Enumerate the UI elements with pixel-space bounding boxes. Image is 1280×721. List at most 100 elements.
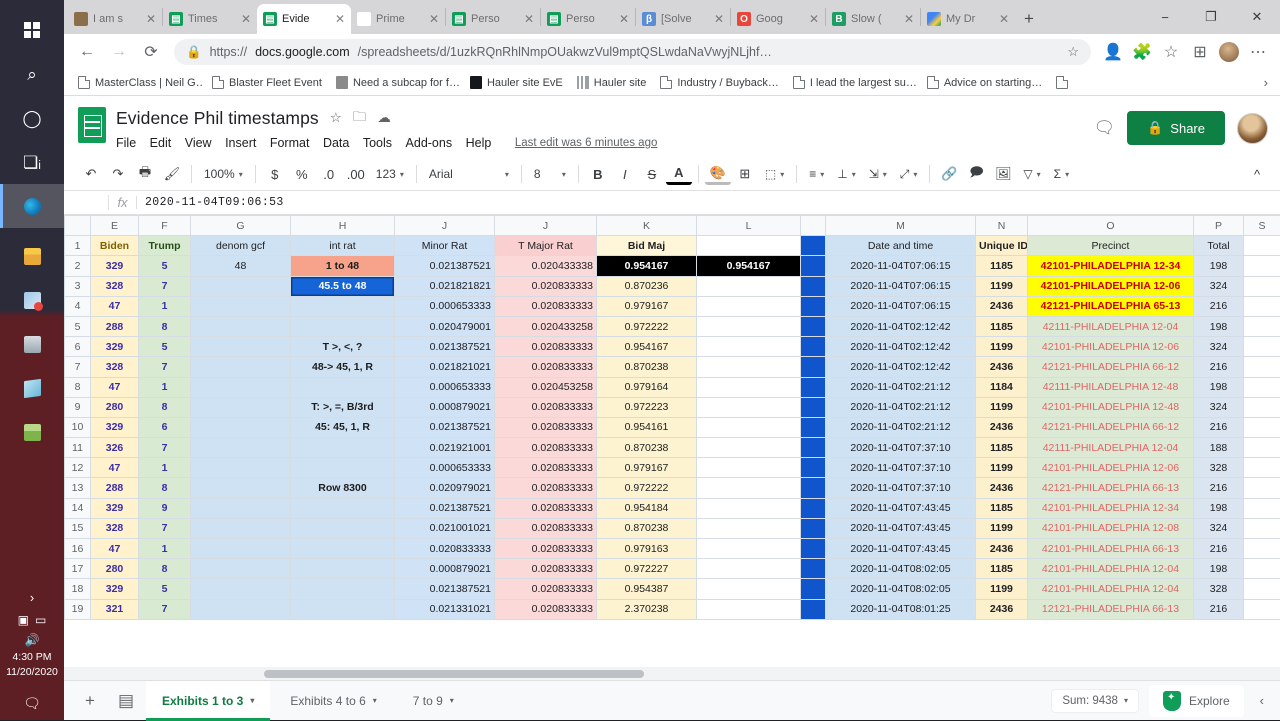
text-wrap-icon[interactable]: ⇲▾ <box>863 161 893 187</box>
all-sheets-button[interactable]: ▤ <box>110 685 142 717</box>
cell-t-major-rat[interactable]: 0.020833333 <box>495 276 597 296</box>
bookmark-star-icon[interactable]: ☆ <box>1067 44 1079 60</box>
menu-data[interactable]: Data <box>323 136 349 150</box>
selection-band[interactable] <box>801 458 826 478</box>
minimize-button[interactable]: − <box>1142 0 1188 34</box>
search-icon[interactable]: ⌕ <box>0 52 64 96</box>
selection-band[interactable] <box>801 478 826 498</box>
cell-extra[interactable] <box>697 417 801 437</box>
cell-total[interactable]: 216 <box>1194 417 1244 437</box>
insert-link-icon[interactable]: 🔗 <box>936 161 962 187</box>
selection-band[interactable] <box>801 296 826 316</box>
selection-band[interactable] <box>801 559 826 579</box>
cell-minor-rat[interactable]: 0.020979021 <box>395 478 495 498</box>
cell-minor-rat[interactable]: 0.021387521 <box>395 337 495 357</box>
column-header-H[interactable]: H <box>291 216 395 236</box>
cell-precinct[interactable]: 42111-PHILADELPHIA 12-04 <box>1028 316 1194 336</box>
browser-tab-1[interactable]: ▤ Times ✕ <box>163 4 257 34</box>
cell-biden[interactable]: 280 <box>91 397 139 417</box>
cell-minor-rat[interactable]: 0.021331021 <box>395 599 495 619</box>
text-rotation-icon[interactable]: ⤢▾ <box>894 161 924 187</box>
star-icon[interactable]: ☆ <box>330 110 342 126</box>
cell-date-time[interactable]: 2020-11-04T07:37:10 <box>826 478 976 498</box>
cell-denom[interactable] <box>191 498 291 518</box>
header-precinct[interactable]: Precinct <box>1028 236 1194 256</box>
task-view-icon[interactable]: ❏ᵢ <box>0 140 64 184</box>
header-tmajor[interactable]: T Major Rat <box>495 236 597 256</box>
cell-total[interactable]: 198 <box>1194 377 1244 397</box>
decrease-decimal-button[interactable]: .0 <box>316 161 342 187</box>
cell-biden[interactable]: 280 <box>91 559 139 579</box>
selection-band[interactable] <box>801 579 826 599</box>
cell-precinct[interactable]: 42101-PHILADELPHIA 66-13 <box>1028 539 1194 559</box>
cell-date-time[interactable]: 2020-11-04T07:43:45 <box>826 498 976 518</box>
spreadsheet-grid[interactable]: E F G H J J K L M N O P S <box>64 215 1280 680</box>
cell-minor-rat[interactable]: 0.000653333 <box>395 377 495 397</box>
cell-trump[interactable]: 8 <box>139 397 191 417</box>
cell-trump[interactable]: 7 <box>139 438 191 458</box>
cell-t-major-rat[interactable]: 0.020833333 <box>495 559 597 579</box>
cell-extra[interactable] <box>697 478 801 498</box>
selection-band[interactable] <box>801 498 826 518</box>
functions-icon[interactable]: Σ▾ <box>1048 161 1075 187</box>
cell-bid-maj[interactable]: 0.972227 <box>597 559 697 579</box>
paint-format-button[interactable]: 🖌 <box>159 161 185 187</box>
table-row[interactable]: 84710.0006533330.0204532580.9791642020-1… <box>65 377 1280 397</box>
cell-t-major-rat[interactable]: 0.020833333 <box>495 417 597 437</box>
cell-minor-rat[interactable]: 0.000879021 <box>395 559 495 579</box>
bookmarks-overflow-icon[interactable]: › <box>1264 75 1272 90</box>
cell-denom[interactable] <box>191 397 291 417</box>
shop-icon[interactable] <box>0 410 64 454</box>
table-row[interactable]: 528880.0204790010.0204332580.9722222020-… <box>65 316 1280 336</box>
table-row[interactable]: 44710.0006533330.0208333330.9791672020-1… <box>65 296 1280 316</box>
cell-unique-id[interactable]: 1185 <box>976 316 1028 336</box>
selection-band[interactable] <box>801 357 826 377</box>
cell-t-major-rat[interactable]: 0.020833333 <box>495 397 597 417</box>
cell-t-major-rat[interactable]: 0.020833333 <box>495 599 597 619</box>
selection-band[interactable] <box>801 397 826 417</box>
bookmark-item[interactable]: Need a subcap for f… <box>330 74 462 91</box>
cell-unique-id[interactable]: 1199 <box>976 458 1028 478</box>
cell-overflow[interactable] <box>1244 316 1280 336</box>
cell-bid-maj[interactable]: 0.972222 <box>597 316 697 336</box>
cell-minor-rat[interactable]: 0.021387521 <box>395 498 495 518</box>
cell-precinct[interactable]: 42121-PHILADELPHIA 65-13 <box>1028 296 1194 316</box>
cell-int-rat[interactable]: Row 8300 <box>291 478 395 498</box>
cell-date-time[interactable]: 2020-11-04T07:06:15 <box>826 296 976 316</box>
cell-unique-id[interactable]: 1185 <box>976 438 1028 458</box>
cell-precinct[interactable]: 42101-PHILADELPHIA 12-06 <box>1028 276 1194 296</box>
cell-minor-rat[interactable]: 0.021821821 <box>395 276 495 296</box>
cell-denom[interactable] <box>191 599 291 619</box>
start-icon[interactable] <box>0 8 64 52</box>
tab-close-icon[interactable]: ✕ <box>619 12 629 26</box>
bookmark-item[interactable]: Industry / Buyback… <box>654 74 785 91</box>
cell-t-major-rat[interactable]: 0.020433338 <box>495 256 597 276</box>
cell-total[interactable]: 324 <box>1194 337 1244 357</box>
cell-precinct[interactable]: 42111-PHILADELPHIA 12-04 <box>1028 438 1194 458</box>
browser-tab-3[interactable]: Σ Prime ✕ <box>351 4 445 34</box>
menu-insert[interactable]: Insert <box>225 136 256 150</box>
cell-int-rat[interactable]: 48-> 45, 1, R <box>291 357 395 377</box>
cell-total[interactable]: 324 <box>1194 518 1244 538</box>
row-header[interactable]: 15 <box>65 518 91 538</box>
selection-band[interactable] <box>801 316 826 336</box>
bookmark-item[interactable]: Blaster Fleet Event <box>206 74 328 91</box>
cell-bid-maj[interactable]: 0.870238 <box>597 518 697 538</box>
cell-overflow[interactable] <box>1244 417 1280 437</box>
cell-trump[interactable]: 8 <box>139 559 191 579</box>
table-row[interactable]: 1532870.0210010210.0208333330.8702382020… <box>65 518 1280 538</box>
header-minor[interactable]: Minor Rat <box>395 236 495 256</box>
cell-biden[interactable]: 326 <box>91 438 139 458</box>
browser-tab-5[interactable]: ▤ Perso ✕ <box>541 4 635 34</box>
cell-extra[interactable] <box>697 518 801 538</box>
row-header[interactable]: 11 <box>65 438 91 458</box>
cell-denom[interactable] <box>191 276 291 296</box>
cell-date-time[interactable]: 2020-11-04T02:12:42 <box>826 357 976 377</box>
selection-band[interactable] <box>801 337 826 357</box>
cell-precinct[interactable]: 42101-PHILADELPHIA 12-34 <box>1028 498 1194 518</box>
menu-view[interactable]: View <box>185 136 212 150</box>
cell-bid-maj[interactable]: 0.870238 <box>597 357 697 377</box>
selection-band[interactable] <box>801 438 826 458</box>
cell-denom[interactable] <box>191 417 291 437</box>
tab-close-icon[interactable]: ✕ <box>429 12 439 26</box>
